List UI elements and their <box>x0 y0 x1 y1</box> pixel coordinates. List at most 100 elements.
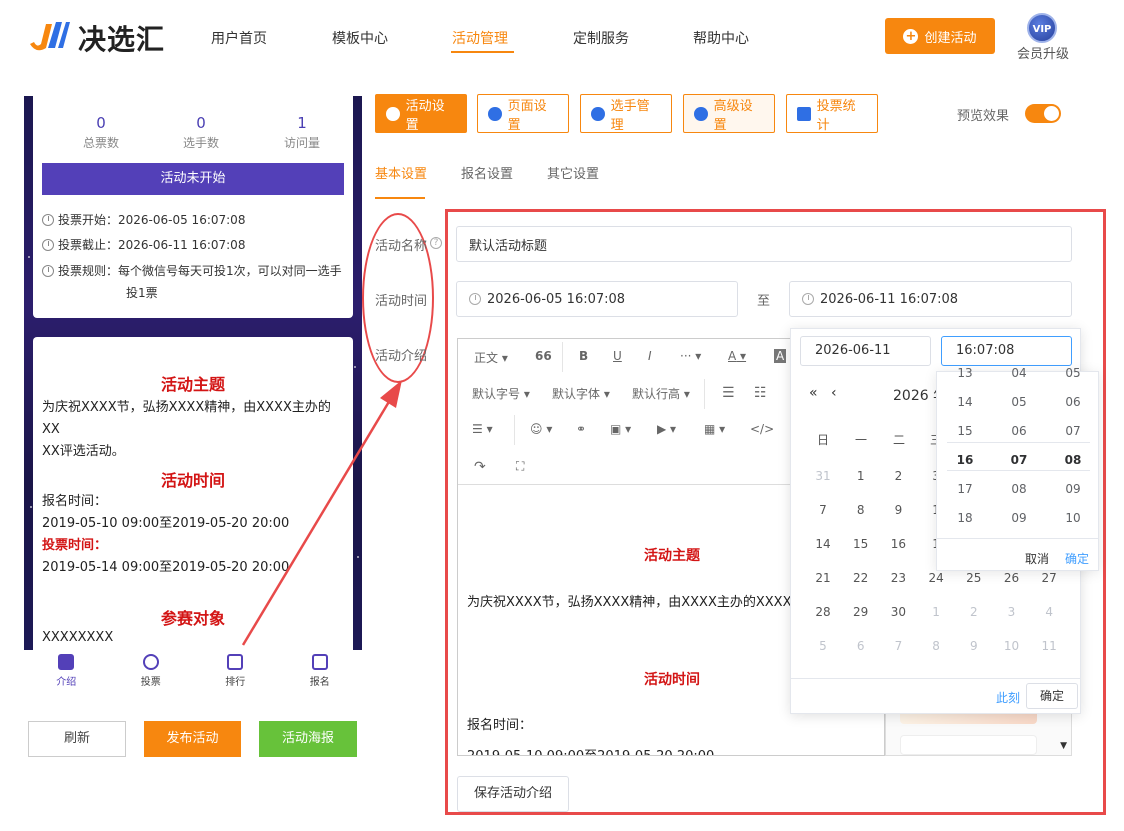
tab-label: 报名 <box>309 677 330 688</box>
tab-intro[interactable]: 介绍 <box>24 650 109 696</box>
bar-chart-icon <box>797 106 811 121</box>
calendar-day[interactable]: 24 <box>917 571 955 585</box>
hour-option[interactable]: 13 <box>938 366 992 380</box>
second-option[interactable]: 09 <box>1046 482 1100 496</box>
refresh-button[interactable]: 刷新 <box>28 721 126 757</box>
hour-option[interactable]: 15 <box>938 424 992 438</box>
preview-bottom-tabs: 介绍 投票 排行 报名 <box>24 650 362 696</box>
logo[interactable]: 决选汇 <box>22 16 172 58</box>
calendar-day[interactable]: 1 <box>917 605 955 619</box>
calendar-day[interactable]: 16 <box>879 537 917 551</box>
minute-option[interactable]: 06 <box>992 424 1046 438</box>
picker-time-input[interactable]: 16:07:08 <box>941 336 1072 366</box>
stat-value: 1 <box>297 114 307 132</box>
create-activity-button[interactable]: + 创建活动 <box>885 18 995 54</box>
subtab-signup[interactable]: 报名设置 <box>461 163 513 182</box>
subtab-other[interactable]: 其它设置 <box>547 163 599 182</box>
calendar-day[interactable]: 3 <box>993 605 1031 619</box>
calendar-day[interactable]: 15 <box>842 537 880 551</box>
nav-custom-service[interactable]: 定制服务 <box>573 28 629 48</box>
activity-poster-button[interactable]: 活动海报 <box>259 721 357 757</box>
subtab-basic[interactable]: 基本设置 <box>375 163 427 182</box>
calendar-day[interactable]: 9 <box>879 503 917 517</box>
calendar-day[interactable]: 7 <box>804 503 842 517</box>
theme-title: 活动主题 <box>160 375 225 394</box>
tab-label: 排行 <box>225 677 246 688</box>
calendar-day[interactable]: 4 <box>1030 605 1068 619</box>
calendar-day[interactable]: 28 <box>804 605 842 619</box>
tab-page-settings[interactable]: 页面设置 <box>477 94 569 133</box>
calendar-day[interactable]: 14 <box>804 537 842 551</box>
star-icon <box>386 106 400 121</box>
calendar-day[interactable]: 30 <box>879 605 917 619</box>
picker-date-input[interactable]: 2026-06-11 <box>800 336 931 366</box>
tab-label: 介绍 <box>56 677 77 688</box>
prev-year-icon[interactable]: « <box>809 385 818 401</box>
tab-advanced-settings[interactable]: 高级设置 <box>683 94 775 133</box>
time-ok-button[interactable]: 确定 <box>1065 550 1089 567</box>
minute-option[interactable]: 08 <box>992 482 1046 496</box>
second-option[interactable]: 06 <box>1046 395 1100 409</box>
calendar-day[interactable]: 8 <box>917 639 955 653</box>
calendar-day[interactable]: 10 <box>993 639 1031 653</box>
tab-player-management[interactable]: 选手管理 <box>580 94 672 133</box>
nav-activity-management[interactable]: 活动管理 <box>452 28 508 48</box>
calendar-day[interactable]: 2 <box>955 605 993 619</box>
stat-value: 0 <box>96 114 106 132</box>
help-icon[interactable]: ? <box>430 237 442 249</box>
calendar-day[interactable]: 2 <box>879 469 917 483</box>
second-option[interactable]: 08 <box>1046 453 1100 467</box>
calendar-day[interactable]: 22 <box>842 571 880 585</box>
calendar-day[interactable]: 1 <box>842 469 880 483</box>
clock-icon <box>42 214 54 226</box>
hour-option[interactable]: 17 <box>938 482 992 496</box>
second-option[interactable]: 10 <box>1046 511 1100 525</box>
second-option[interactable]: 05 <box>1046 366 1100 380</box>
tab-label: 页面设置 <box>507 98 547 133</box>
stat-label: 访问量 <box>283 136 320 150</box>
minute-option[interactable]: 05 <box>992 395 1046 409</box>
vote-time-label: 投票时间： <box>42 538 108 553</box>
hour-option[interactable]: 16 <box>938 453 992 467</box>
calendar-day[interactable]: 21 <box>804 571 842 585</box>
tab-activity-settings[interactable]: 活动设置 <box>375 94 467 133</box>
calendar-day[interactable]: 6 <box>842 639 880 653</box>
nav-templates[interactable]: 模板中心 <box>332 28 388 48</box>
calendar-day[interactable]: 5 <box>804 639 842 653</box>
vote-start-text: 投票开始：2026-06-05 16:07:08 <box>58 213 246 227</box>
minute-option[interactable]: 04 <box>992 366 1046 380</box>
tab-vote-statistics[interactable]: 投票统计 <box>786 94 878 133</box>
calendar-day[interactable]: 27 <box>1030 571 1068 585</box>
calendar-day[interactable]: 25 <box>955 571 993 585</box>
minute-option[interactable]: 07 <box>992 453 1046 467</box>
tab-vote[interactable]: 投票 <box>109 650 194 696</box>
calendar-day[interactable]: 29 <box>842 605 880 619</box>
time-cancel-button[interactable]: 取消 <box>1025 550 1049 567</box>
calendar-day[interactable]: 11 <box>1030 639 1068 653</box>
theme-text-line: XX评选活动。 <box>42 444 125 459</box>
minute-option[interactable]: 09 <box>992 511 1046 525</box>
calendar-day[interactable]: 26 <box>993 571 1031 585</box>
vote-end-row: 投票截止：2026-06-11 16:07:08 <box>42 233 342 257</box>
calendar-day[interactable]: 31 <box>804 469 842 483</box>
vip-icon[interactable]: VIP <box>1027 13 1057 43</box>
activity-status-button[interactable]: 活动未开始 <box>42 163 344 195</box>
hour-option[interactable]: 14 <box>938 395 992 409</box>
calendar-day[interactable]: 23 <box>879 571 917 585</box>
now-link[interactable]: 此刻 <box>996 689 1020 706</box>
vip-upgrade-link[interactable]: 会员升级 <box>1017 43 1069 62</box>
prev-month-icon[interactable]: ‹ <box>831 385 837 401</box>
hour-option[interactable]: 18 <box>938 511 992 525</box>
calendar-day[interactable]: 8 <box>842 503 880 517</box>
second-option[interactable]: 07 <box>1046 424 1100 438</box>
preview-toggle[interactable] <box>1025 104 1061 123</box>
picker-ok-button[interactable]: 确定 <box>1026 683 1078 709</box>
nav-help-center[interactable]: 帮助中心 <box>693 28 749 48</box>
calendar-day[interactable]: 7 <box>879 639 917 653</box>
vote-rule-text-cont: 投1票 <box>126 286 158 300</box>
tab-ranking[interactable]: 排行 <box>193 650 278 696</box>
nav-home[interactable]: 用户首页 <box>211 28 267 48</box>
tab-signup[interactable]: 报名 <box>278 650 363 696</box>
publish-activity-button[interactable]: 发布活动 <box>144 721 241 757</box>
calendar-day[interactable]: 9 <box>955 639 993 653</box>
